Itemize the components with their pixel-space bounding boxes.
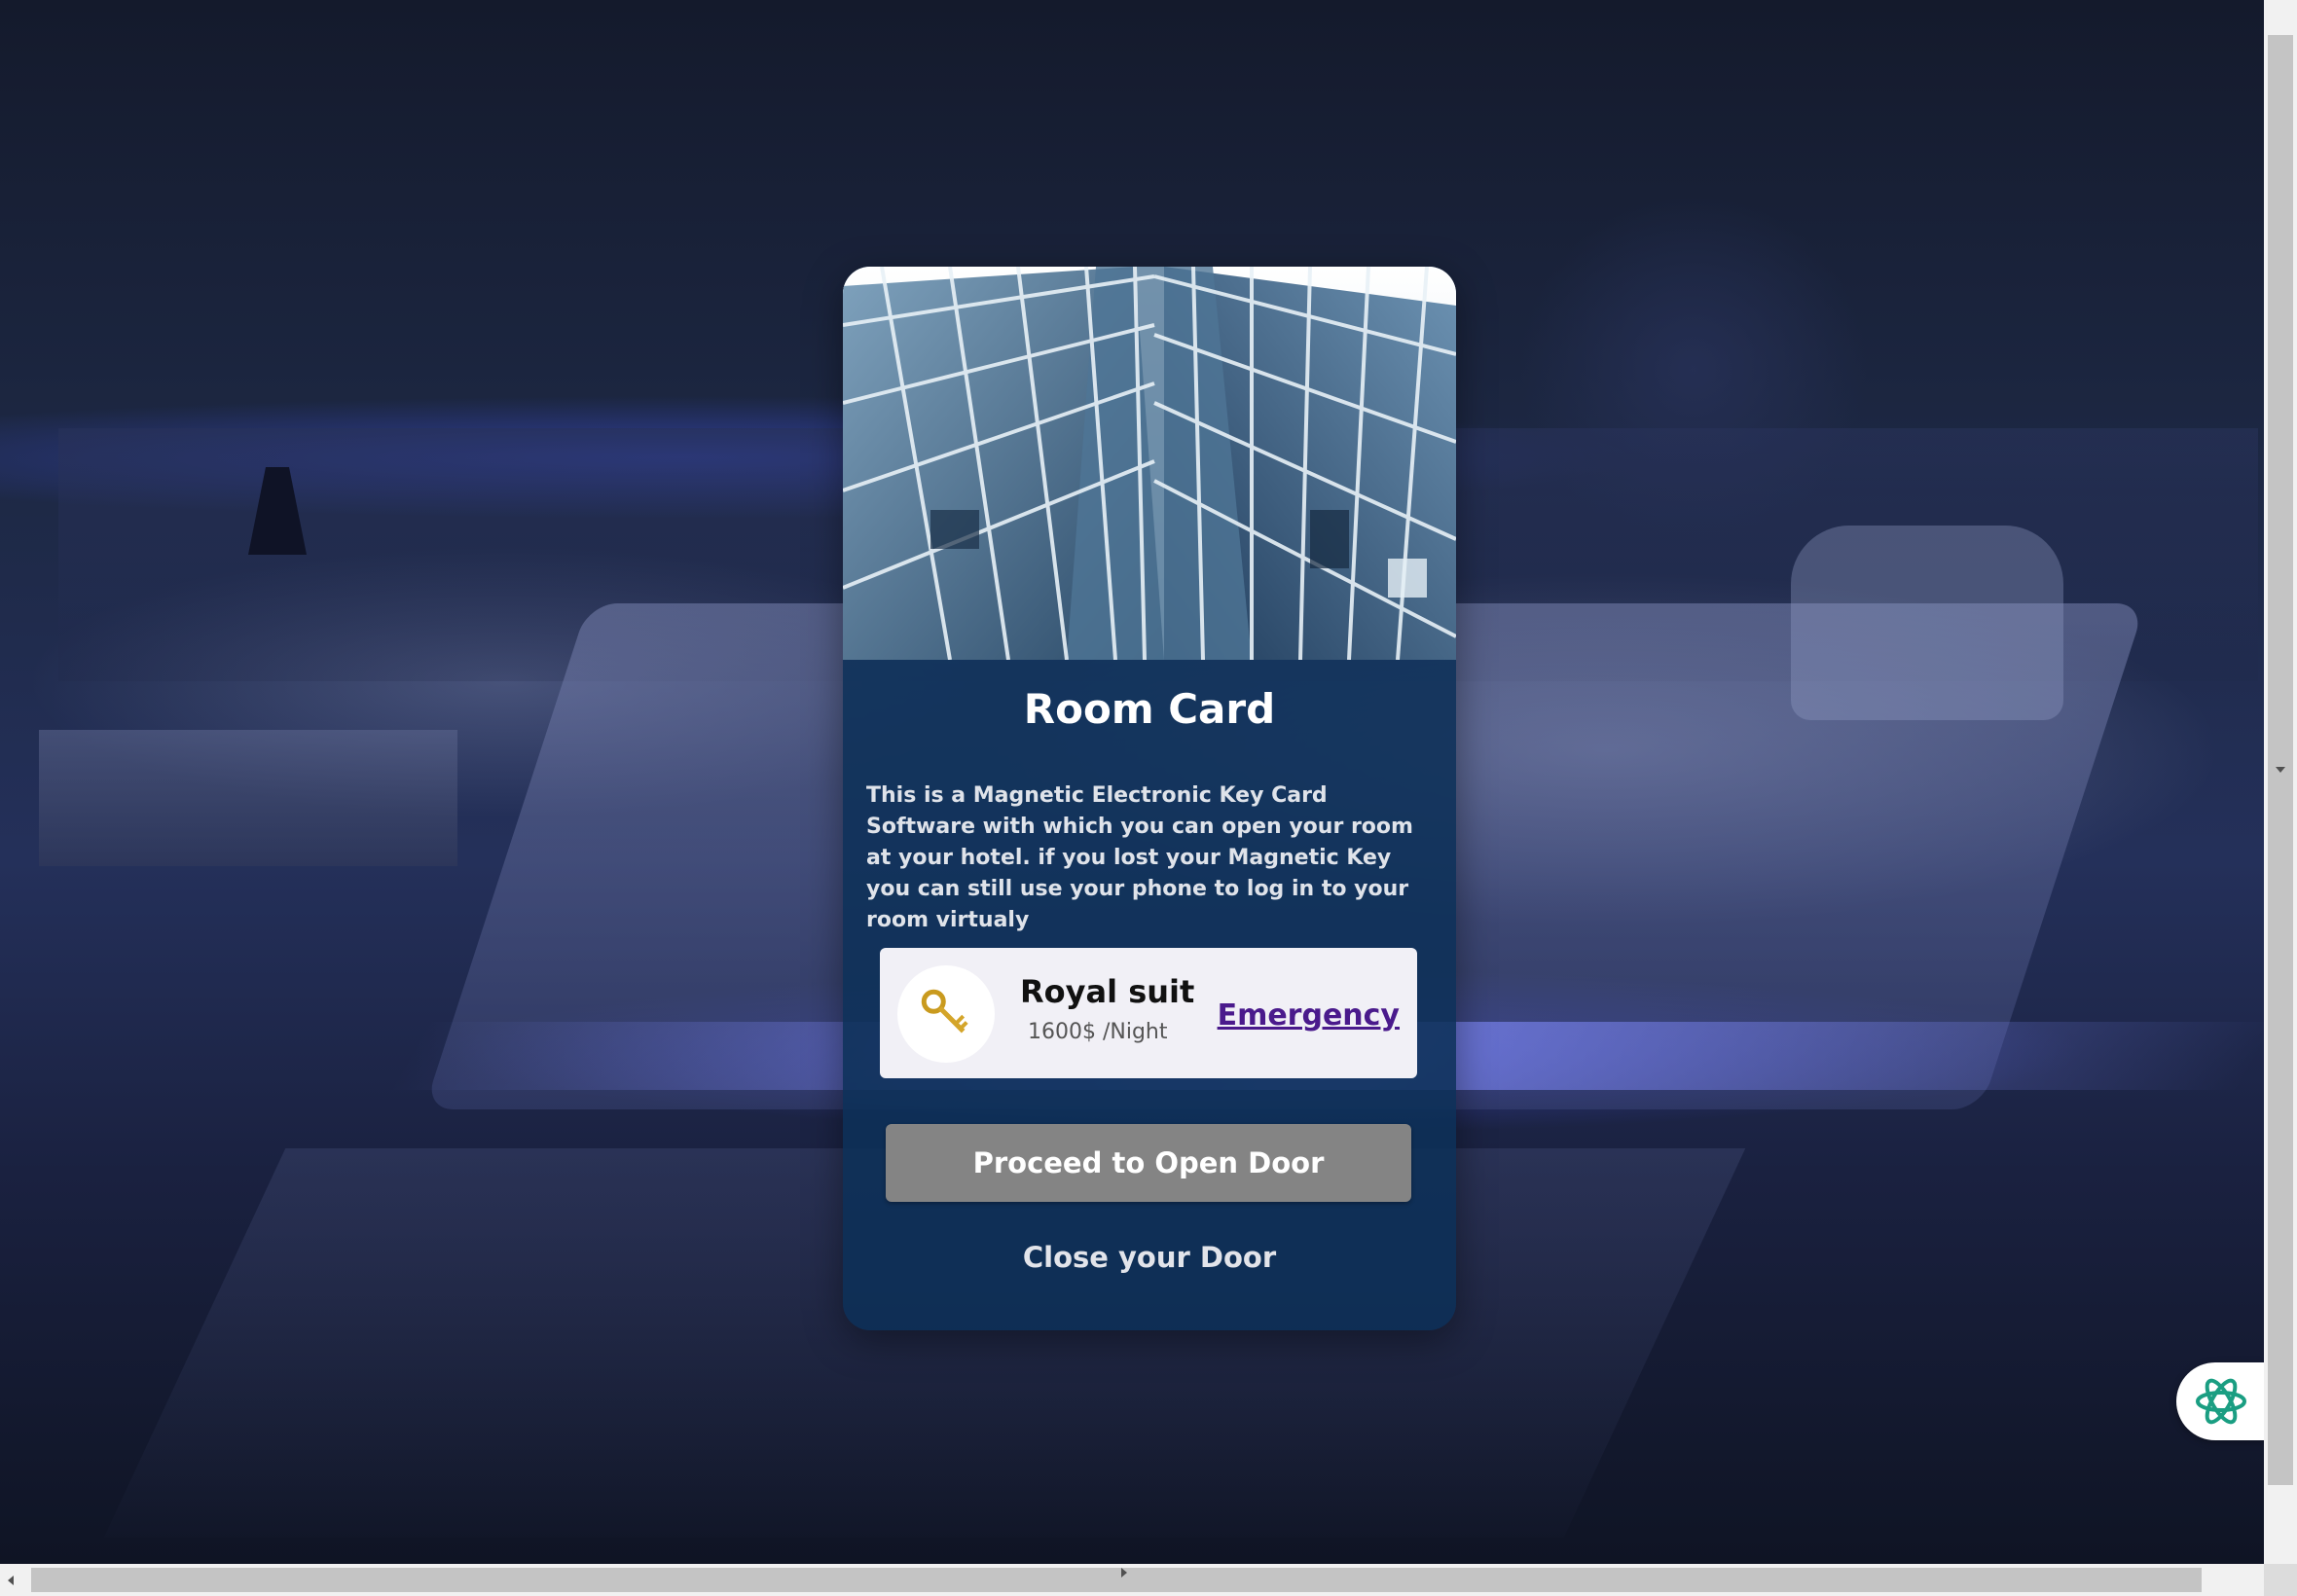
vertical-scrollbar[interactable] — [2264, 0, 2297, 1564]
background-nightstand — [39, 730, 457, 866]
vertical-scrollbar-thumb[interactable] — [2268, 35, 2293, 1485]
key-avatar — [897, 965, 995, 1063]
scroll-right-arrow-icon[interactable] — [1121, 1568, 1127, 1578]
skyscraper-illustration — [843, 267, 1456, 660]
card-description: This is a Magnetic Electronic Key Card S… — [866, 783, 1413, 932]
background-chair — [1791, 526, 2063, 720]
emergency-link[interactable]: Emergency — [1218, 998, 1400, 1033]
scroll-left-arrow-icon[interactable] — [8, 1576, 14, 1585]
card-title: Room Card — [1023, 685, 1276, 733]
room-card: Room Card This is a Magnetic Electronic … — [843, 267, 1456, 1330]
room-name: Royal suit — [1020, 973, 1195, 1010]
assistant-widget-button[interactable] — [2176, 1362, 2264, 1440]
room-info-box: Royal suit 1600$ /Night Emergency — [880, 948, 1417, 1078]
close-door-button[interactable]: Close your Door — [843, 1228, 1456, 1287]
room-price: 1600$ /Night — [1028, 1020, 1168, 1044]
assistant-logo-icon — [2196, 1378, 2246, 1425]
card-hero-image — [843, 267, 1456, 660]
scroll-down-arrow-icon[interactable] — [2276, 767, 2285, 773]
scrollbar-corner — [2264, 1564, 2297, 1596]
proceed-open-door-button[interactable]: Proceed to Open Door — [886, 1124, 1411, 1202]
page-background: Room Card This is a Magnetic Electronic … — [0, 0, 2264, 1564]
key-icon — [921, 989, 968, 1034]
horizontal-scrollbar-thumb[interactable] — [31, 1568, 2202, 1592]
horizontal-scrollbar[interactable] — [0, 1564, 2264, 1596]
